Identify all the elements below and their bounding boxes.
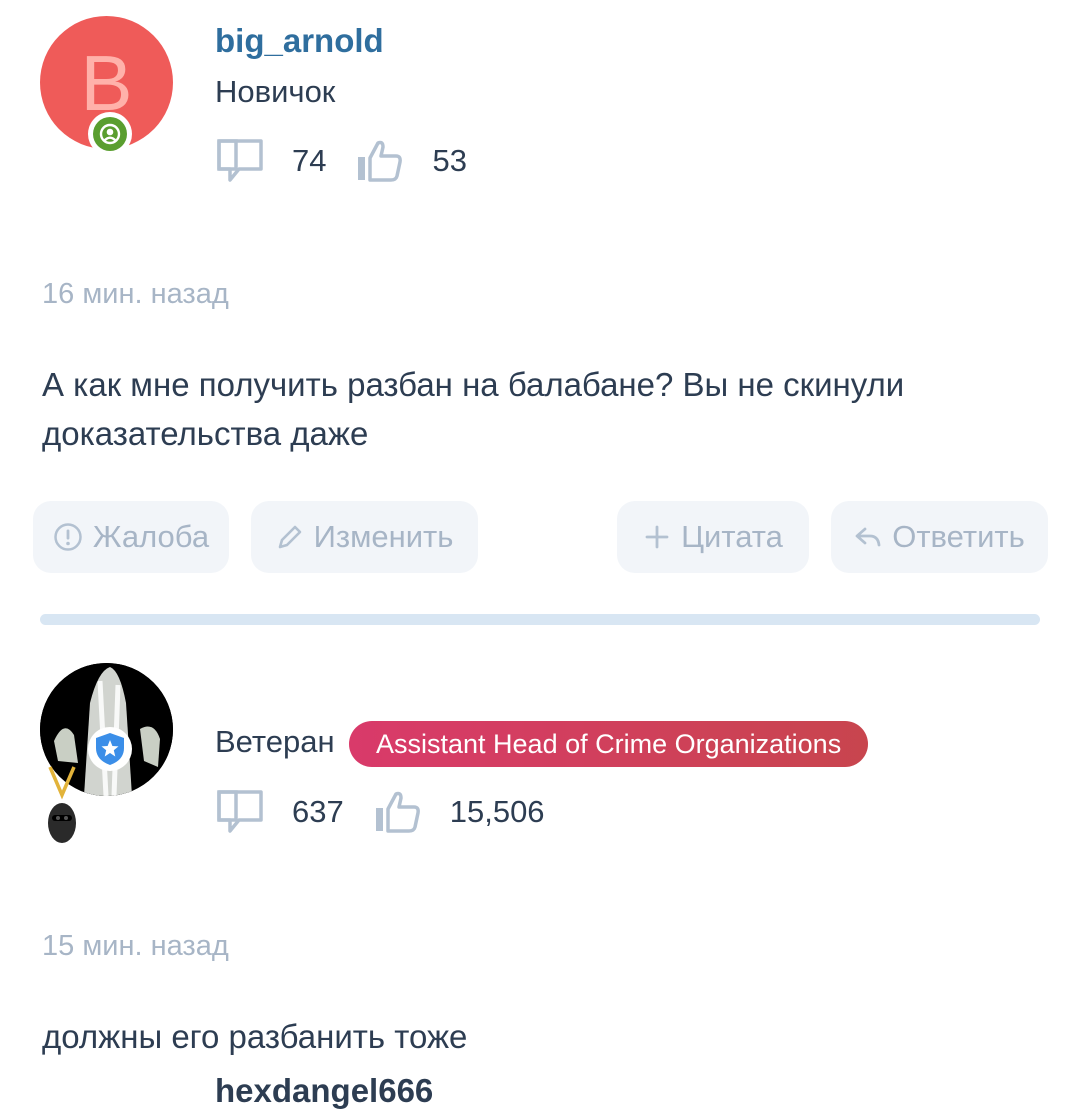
post-body: должны его разбанить тоже — [42, 1018, 468, 1055]
user-rank: Ветеран — [215, 724, 335, 759]
quote-label: Цитата — [681, 519, 783, 554]
user-rank: Новичок — [215, 74, 336, 109]
user-stats: 74 53 — [216, 138, 497, 184]
shield-star-icon — [88, 727, 132, 771]
report-button[interactable]: Жалоба — [33, 501, 229, 573]
post-item: B big_arnold Новичок 74 53 16 мин. назад… — [0, 0, 1080, 625]
divider-bar — [40, 614, 1040, 625]
post-body: А как мне получить разбан на балабане? В… — [42, 366, 905, 452]
plus-icon — [643, 523, 671, 551]
edit-button[interactable]: Изменить — [251, 501, 478, 573]
avatar-letter: B — [80, 38, 133, 127]
messages-icon — [216, 138, 264, 184]
messages-icon — [216, 789, 264, 835]
likes-count: 15,506 — [449, 794, 545, 829]
messages-count: 637 — [292, 794, 344, 829]
post-timestamp[interactable]: 15 мин. назад — [42, 930, 229, 963]
alert-circle-icon — [53, 522, 83, 552]
post-item — [0, 625, 1080, 1072]
post-timestamp[interactable]: 16 мин. назад — [42, 278, 229, 311]
reply-label: Ответить — [892, 519, 1025, 554]
user-stats: 637 15,506 — [216, 789, 575, 835]
role-badge: Assistant Head of Crime Organizations — [349, 721, 869, 767]
quote-button[interactable]: Цитата — [617, 501, 809, 573]
reply-arrow-icon — [854, 523, 882, 551]
username[interactable]: big_arnold — [215, 22, 384, 60]
reply-button[interactable]: Ответить — [831, 501, 1048, 573]
edit-label: Изменить — [313, 519, 454, 554]
likes-count: 53 — [432, 143, 467, 178]
username[interactable]: hexdangel666 — [215, 1072, 433, 1110]
report-label: Жалоба — [92, 519, 210, 554]
like-icon — [356, 139, 404, 183]
bandit-mask-icon — [40, 765, 84, 849]
user-status-icon — [88, 112, 132, 156]
pencil-icon — [276, 523, 304, 551]
like-icon — [374, 790, 422, 834]
messages-count: 74 — [292, 143, 327, 178]
